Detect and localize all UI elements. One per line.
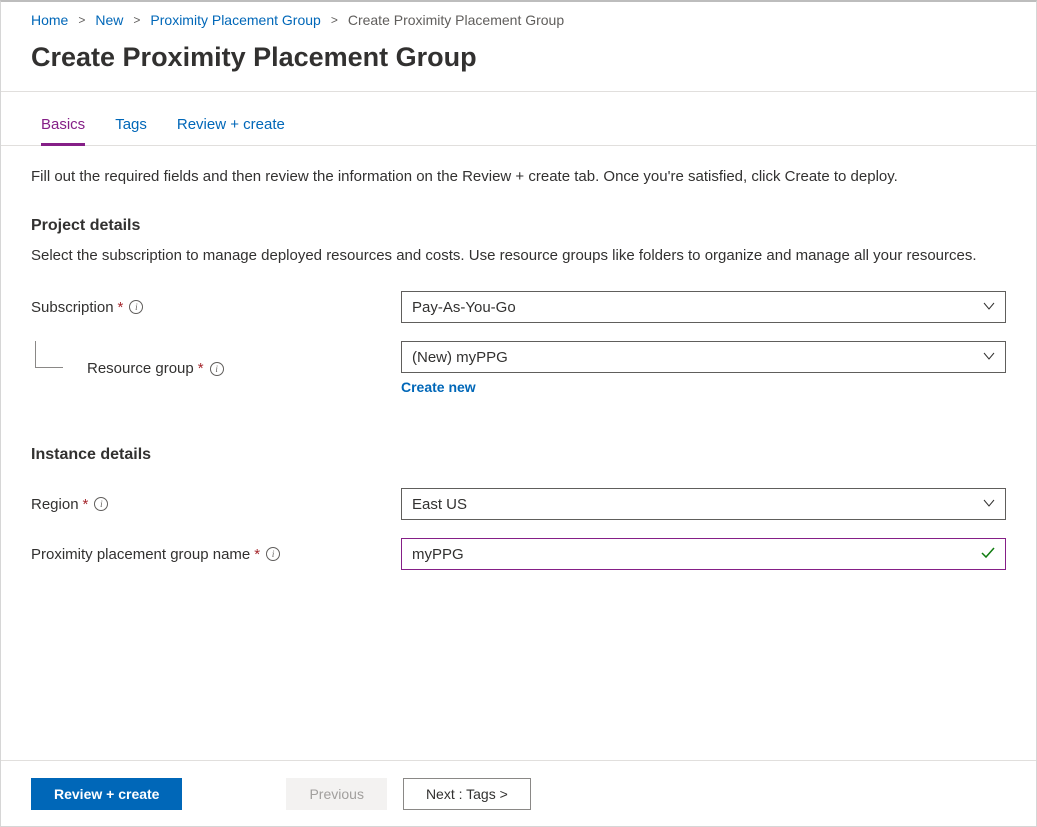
create-new-link[interactable]: Create new: [401, 379, 476, 395]
project-details-desc: Select the subscription to manage deploy…: [31, 245, 1006, 268]
resource-group-label: Resource group: [87, 360, 194, 377]
breadcrumb-home[interactable]: Home: [31, 12, 68, 28]
next-button[interactable]: Next : Tags >: [403, 778, 531, 810]
checkmark-icon: [980, 545, 996, 565]
tree-connector: [35, 341, 65, 377]
subscription-select[interactable]: Pay-As-You-Go: [401, 291, 1006, 323]
info-icon[interactable]: i: [129, 300, 143, 314]
chevron-right-icon: >: [78, 13, 85, 27]
tab-tags[interactable]: Tags: [115, 116, 147, 145]
form-content: Fill out the required fields and then re…: [1, 146, 1036, 570]
required-asterisk: *: [198, 360, 204, 377]
breadcrumb-ppg[interactable]: Proximity Placement Group: [150, 12, 320, 28]
ppg-name-input-wrap: [401, 538, 1006, 570]
breadcrumb-current: Create Proximity Placement Group: [348, 12, 564, 28]
subscription-dropdown[interactable]: Pay-As-You-Go: [401, 291, 1006, 323]
ppg-name-row: Proximity placement group name * i: [31, 538, 1006, 570]
tab-review[interactable]: Review + create: [177, 116, 285, 145]
required-asterisk: *: [83, 496, 89, 513]
chevron-right-icon: >: [331, 13, 338, 27]
page-title: Create Proximity Placement Group: [1, 36, 1036, 91]
resource-group-row: Resource group * i (New) myPPG Create ne…: [31, 341, 1006, 396]
instance-details-heading: Instance details: [31, 446, 1006, 464]
breadcrumb-new[interactable]: New: [95, 12, 123, 28]
resource-group-dropdown[interactable]: (New) myPPG: [401, 341, 1006, 373]
region-dropdown[interactable]: East US: [401, 488, 1006, 520]
info-icon[interactable]: i: [210, 362, 224, 376]
tab-bar: Basics Tags Review + create: [1, 92, 1036, 146]
wizard-footer: Review + create Previous Next : Tags >: [1, 760, 1036, 826]
region-select[interactable]: East US: [401, 488, 1006, 520]
chevron-right-icon: >: [133, 13, 140, 27]
info-icon[interactable]: i: [266, 547, 280, 561]
subscription-label: Subscription: [31, 299, 114, 316]
subscription-row: Subscription * i Pay-As-You-Go: [31, 291, 1006, 323]
ppg-name-input[interactable]: [401, 538, 1006, 570]
breadcrumb: Home > New > Proximity Placement Group >…: [1, 2, 1036, 36]
info-icon[interactable]: i: [94, 497, 108, 511]
tab-basics[interactable]: Basics: [41, 116, 85, 146]
region-label: Region: [31, 496, 79, 513]
previous-button: Previous: [286, 778, 386, 810]
required-asterisk: *: [118, 299, 124, 316]
project-details-heading: Project details: [31, 217, 1006, 235]
intro-text: Fill out the required fields and then re…: [31, 166, 1006, 189]
required-asterisk: *: [254, 546, 260, 563]
ppg-name-label: Proximity placement group name: [31, 546, 250, 563]
resource-group-select[interactable]: (New) myPPG: [401, 341, 1006, 373]
review-create-button[interactable]: Review + create: [31, 778, 182, 810]
region-row: Region * i East US: [31, 488, 1006, 520]
